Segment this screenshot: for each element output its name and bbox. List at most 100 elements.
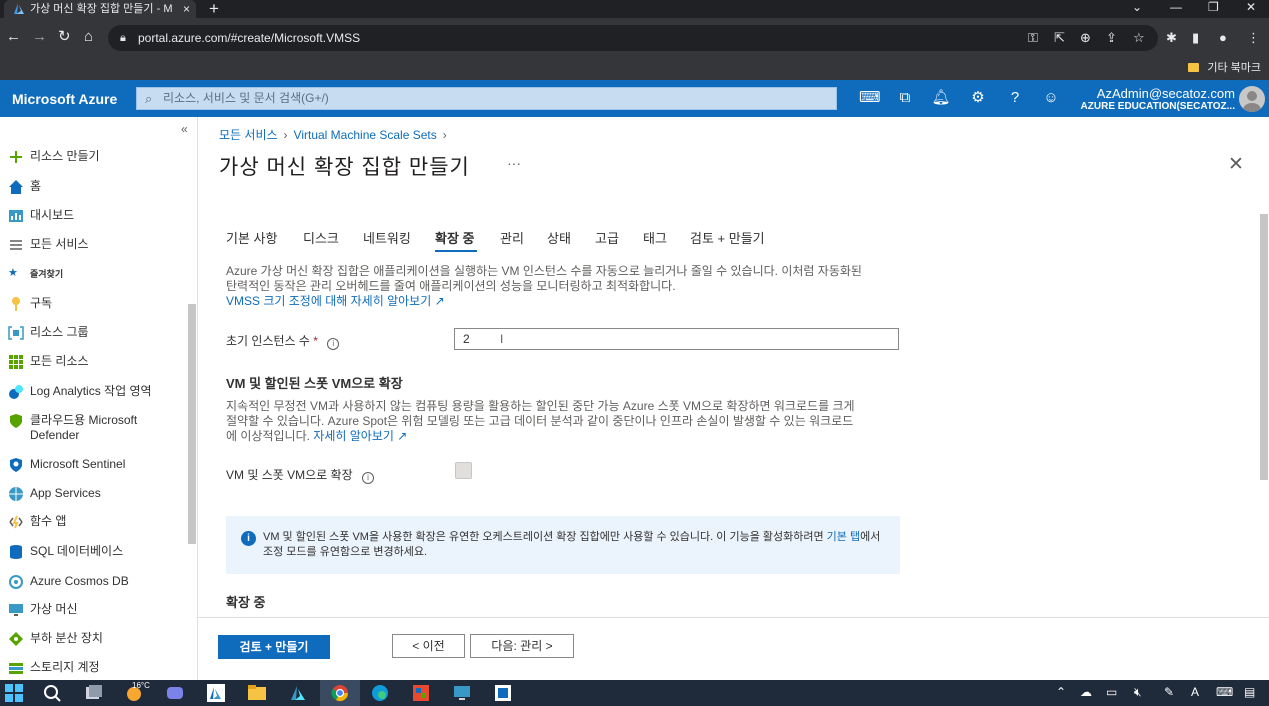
window-close-icon[interactable]: ✕ (1246, 0, 1256, 14)
password-key-icon[interactable]: ⚿ (1028, 30, 1038, 46)
notifications-icon[interactable]: 🔔︎ (931, 89, 951, 107)
global-search-input[interactable]: ⌕ 리소스, 서비스 및 문서 검색(G+/) (136, 87, 837, 110)
tab-close-icon[interactable]: × (183, 0, 190, 18)
sidebar-item-storage-accounts[interactable]: 스토리지 계정 (8, 660, 100, 680)
spot-learn-more-link[interactable]: 자세히 알아보기 (313, 429, 394, 443)
spot-scale-checkbox[interactable] (455, 462, 472, 479)
sidebar-item-virtual-machines[interactable]: 가상 머신 (8, 602, 78, 622)
basics-tab-link[interactable]: 기본 탭 (827, 531, 860, 543)
info-circle-icon: i (241, 531, 256, 546)
vmss-scaling-learn-more-link[interactable]: VMSS 크기 조정에 대해 자세히 알아보기 (226, 294, 431, 308)
address-bar[interactable]: 🔒︎ portal.azure.com/#create/Microsoft.VM… (108, 25, 1158, 51)
main-scrollbar-thumb[interactable] (1260, 214, 1268, 480)
sidebar-item-app-services[interactable]: App Services (8, 486, 101, 506)
new-tab-button[interactable]: + (209, 0, 219, 19)
pen-icon[interactable]: ✎ (1164, 685, 1174, 699)
settings-gear-icon[interactable]: ⚙ (968, 89, 988, 107)
restore-icon[interactable]: ❐ (1208, 0, 1219, 14)
office-app-icon[interactable] (411, 684, 431, 702)
info-text-part: VM 및 할인된 스폿 VM을 사용한 확장은 유연한 오케스트레이션 확장 집… (263, 531, 824, 543)
more-options-icon[interactable]: ··· (507, 155, 521, 171)
azure-brand[interactable]: Microsoft Azure (12, 91, 117, 107)
tab-management[interactable]: 관리 (500, 228, 524, 247)
sidebar-item-dashboard[interactable]: 대시보드 (8, 208, 74, 228)
tab-scaling[interactable]: 확장 중 (435, 228, 475, 247)
file-explorer-icon[interactable] (247, 684, 267, 702)
bookmark-star-icon[interactable]: ☆ (1133, 30, 1145, 46)
side-panel-icon[interactable]: ▮ (1192, 30, 1199, 46)
sidebar-item-subscriptions[interactable]: 구독 (8, 296, 52, 316)
tab-health[interactable]: 상태 (547, 228, 571, 247)
sidebar-item-cosmos-db[interactable]: Azure Cosmos DB (8, 574, 129, 594)
review-create-button[interactable]: 검토 + 만들기 (218, 635, 330, 659)
tab-networking[interactable]: 네트워킹 (363, 228, 411, 247)
network-tool-icon[interactable] (493, 684, 513, 702)
sidebar-item-sql-databases[interactable]: SQL 데이터베이스 (8, 544, 123, 564)
display-icon[interactable]: ▭ (1106, 685, 1117, 699)
help-icon[interactable]: ? (1005, 89, 1025, 107)
chrome-icon[interactable] (330, 684, 350, 702)
taskbar-search-icon[interactable] (43, 684, 63, 702)
feedback-icon[interactable]: ☺ (1041, 89, 1061, 107)
tab-disks[interactable]: 디스크 (303, 228, 339, 247)
sidebar-item-function-apps[interactable]: 함수 앱 (8, 514, 66, 534)
collapse-sidebar-icon[interactable]: « (181, 122, 188, 136)
info-icon[interactable]: i (327, 338, 340, 350)
volume-muted-icon[interactable]: 🔇︎ (1134, 685, 1142, 700)
reload-icon[interactable]: ↻ (58, 27, 71, 47)
extensions-icon[interactable]: ✱ (1166, 30, 1177, 46)
azure-taskbar-icon[interactable] (206, 684, 226, 702)
onedrive-icon[interactable]: ☁ (1080, 685, 1092, 699)
task-view-icon[interactable] (84, 684, 104, 702)
account-info[interactable]: AzAdmin@secatoz.com AZURE EDUCATION(SECA… (1081, 86, 1235, 112)
cloud-shell-icon[interactable]: ⌨ (859, 89, 881, 107)
sidebar-item-log-analytics[interactable]: Log Analytics 작업 영역 (8, 384, 152, 404)
back-icon[interactable]: ← (6, 27, 21, 47)
ime-language-icon[interactable]: A (1191, 685, 1199, 699)
bookmark-folder-other[interactable]: 기타 북마크 (1188, 59, 1261, 75)
info-icon[interactable]: i (361, 472, 374, 484)
forward-icon[interactable]: → (32, 27, 47, 47)
tab-search-icon[interactable]: ⌄ (1132, 0, 1142, 14)
sidebar-item-all-services[interactable]: 모든 서비스 (8, 237, 89, 257)
profile-icon[interactable]: ● (1219, 30, 1227, 45)
browser-tab[interactable]: 가상 머신 확장 집합 만들기 - M × (4, 0, 196, 18)
sidebar-item-load-balancers[interactable]: 부하 분산 장치 (8, 631, 103, 651)
instance-count-label: 초기 인스턴스 수 * i (226, 332, 340, 350)
tray-overflow-icon[interactable]: ⌃ (1056, 685, 1066, 699)
teams-chat-icon[interactable] (165, 684, 185, 702)
notification-center-icon[interactable]: ▤ (1244, 685, 1255, 699)
windows-start-icon[interactable] (4, 684, 24, 702)
edge-icon[interactable] (370, 684, 390, 702)
tab-tags[interactable]: 태그 (643, 228, 667, 247)
minimize-icon[interactable]: — (1170, 0, 1182, 14)
sidebar-item-create-resource[interactable]: 리소스 만들기 (8, 149, 100, 169)
browser-menu-icon[interactable]: ⋮ (1247, 30, 1260, 46)
keyboard-icon[interactable]: ⌨ (1216, 685, 1233, 699)
share-icon[interactable]: ⇪ (1106, 30, 1117, 46)
zoom-icon[interactable]: ⊕ (1080, 30, 1091, 46)
remote-desktop-icon[interactable] (452, 684, 472, 702)
breadcrumb-all-services[interactable]: 모든 서비스 (219, 128, 278, 142)
directory-filter-icon[interactable]: ⧉ (895, 89, 915, 107)
sidebar-scrollbar-thumb[interactable] (188, 304, 196, 544)
avatar[interactable] (1239, 86, 1265, 112)
home-button-icon[interactable]: ⌂ (84, 27, 93, 47)
instance-count-input[interactable]: 2 (454, 328, 899, 350)
open-external-icon[interactable]: ⇱ (1054, 30, 1065, 46)
azure-app-icon[interactable] (288, 684, 308, 702)
tab-review-create[interactable]: 검토 + 만들기 (690, 228, 765, 247)
sidebar-item-home[interactable]: 홈 (8, 179, 41, 199)
sidebar-item-sentinel[interactable]: Microsoft Sentinel (8, 457, 125, 477)
tab-advanced[interactable]: 고급 (595, 228, 619, 247)
next-management-button[interactable]: 다음: 관리 > (470, 634, 574, 658)
previous-button[interactable]: < 이전 (392, 634, 465, 658)
close-blade-icon[interactable]: ✕ (1228, 153, 1244, 176)
sidebar-item-resource-groups[interactable]: 리소스 그룹 (8, 325, 89, 345)
azure-favicon-icon (14, 3, 24, 14)
tab-basics[interactable]: 기본 사항 (226, 228, 277, 247)
spot-checkbox-label-text: VM 및 스폿 VM으로 확장 (226, 468, 353, 482)
breadcrumb-vmss[interactable]: Virtual Machine Scale Sets (294, 128, 437, 142)
sidebar-item-defender[interactable]: 클라우드용 Microsoft Defender (8, 413, 178, 442)
sidebar-item-all-resources[interactable]: 모든 리소스 (8, 354, 89, 374)
